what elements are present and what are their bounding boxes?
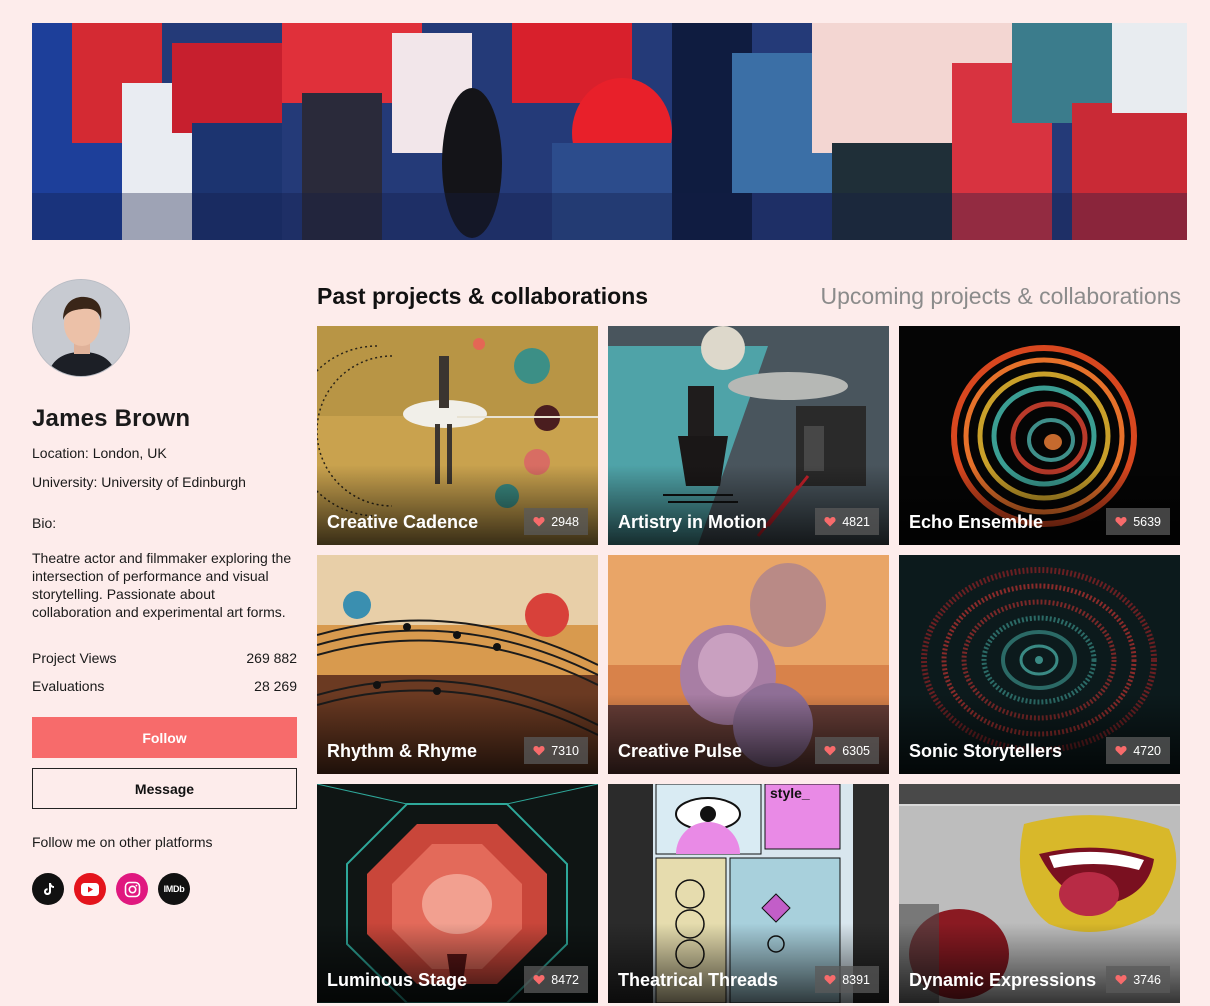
like-count-badge[interactable]: 4821 [815,508,879,535]
project-card[interactable]: Creative Cadence 2948 [317,326,598,545]
like-count-badge[interactable]: 4720 [1106,737,1170,764]
profile-location: Location: London, UK [32,445,167,461]
instagram-icon[interactable] [116,873,148,905]
profile-stats: Project Views 269 882 Evaluations 28 269 [32,644,297,700]
project-card[interactable]: Rhythm & Rhyme 7310 [317,555,598,774]
follow-button[interactable]: Follow [32,717,297,758]
stat-label: Evaluations [32,678,105,694]
like-count-badge[interactable]: 8391 [815,966,879,993]
like-count: 6305 [842,743,870,758]
heart-icon [1115,975,1127,985]
message-button[interactable]: Message [32,768,297,809]
social-links: IMDb [32,873,297,905]
heart-icon [1115,517,1127,527]
stat-project-views: Project Views 269 882 [32,644,297,672]
stat-evaluations: Evaluations 28 269 [32,672,297,700]
tab-past-projects[interactable]: Past projects & collaborations [317,283,648,310]
like-count: 7310 [551,743,579,758]
tab-upcoming-projects[interactable]: Upcoming projects & collaborations [820,283,1181,310]
project-card[interactable]: Echo Ensemble 5639 [899,326,1180,545]
stat-value: 28 269 [254,678,297,694]
heart-icon [533,517,545,527]
profile-name: James Brown [32,405,191,432]
like-count: 8391 [842,972,870,987]
avatar[interactable] [32,279,130,377]
project-grid: Creative Cadence 2948 Artistry in Motion… [317,326,1181,1003]
project-title: Sonic Storytellers [909,741,1063,761]
project-title: Luminous Stage [327,970,468,990]
project-title: Dynamic Expressions [909,970,1097,990]
like-count: 8472 [551,972,579,987]
project-card[interactable]: Luminous Stage 8472 [317,784,598,1003]
project-card[interactable]: Dynamic Expressions 3746 [899,784,1180,1003]
project-title: Creative Cadence [327,512,479,532]
like-count: 2948 [551,514,579,529]
project-title: Artistry in Motion [618,512,767,532]
like-count-badge[interactable]: 3746 [1106,966,1170,993]
like-count: 3746 [1133,972,1161,987]
project-card[interactable]: Sonic Storytellers 4720 [899,555,1180,774]
like-count-badge[interactable]: 5639 [1106,508,1170,535]
project-title: Rhythm & Rhyme [327,741,478,761]
project-title: Theatrical Threads [618,970,779,990]
heart-icon [533,746,545,756]
like-count-badge[interactable]: 8472 [524,966,588,993]
svg-text:style_: style_ [770,785,810,801]
like-count: 4821 [842,514,870,529]
like-count: 5639 [1133,514,1161,529]
bio-label: Bio: [32,515,57,531]
like-count-badge[interactable]: 6305 [815,737,879,764]
profile-sidebar: James Brown Location: London, UK Univers… [32,279,297,905]
project-title: Echo Ensemble [909,512,1044,532]
profile-banner-image [32,23,1187,240]
stat-label: Project Views [32,650,117,666]
like-count: 4720 [1133,743,1161,758]
tiktok-icon[interactable] [32,873,64,905]
heart-icon [533,975,545,985]
heart-icon [1115,746,1127,756]
youtube-icon[interactable] [74,873,106,905]
project-card[interactable]: Artistry in Motion 4821 [608,326,889,545]
project-title: Creative Pulse [618,741,743,761]
imdb-icon[interactable]: IMDb [158,873,190,905]
heart-icon [824,975,836,985]
stat-value: 269 882 [246,650,297,666]
bio-text: Theatre actor and filmmaker exploring th… [32,550,292,620]
heart-icon [824,746,836,756]
profile-university: University: University of Edinburgh [32,474,246,490]
platforms-label: Follow me on other platforms [32,834,213,850]
heart-icon [824,517,836,527]
like-count-badge[interactable]: 7310 [524,737,588,764]
like-count-badge[interactable]: 2948 [524,508,588,535]
project-card[interactable]: Creative Pulse 6305 [608,555,889,774]
project-card[interactable]: style_ Theatrical Threads 8391 [608,784,889,1003]
project-tabs: Past projects & collaborations Upcoming … [317,283,1181,310]
